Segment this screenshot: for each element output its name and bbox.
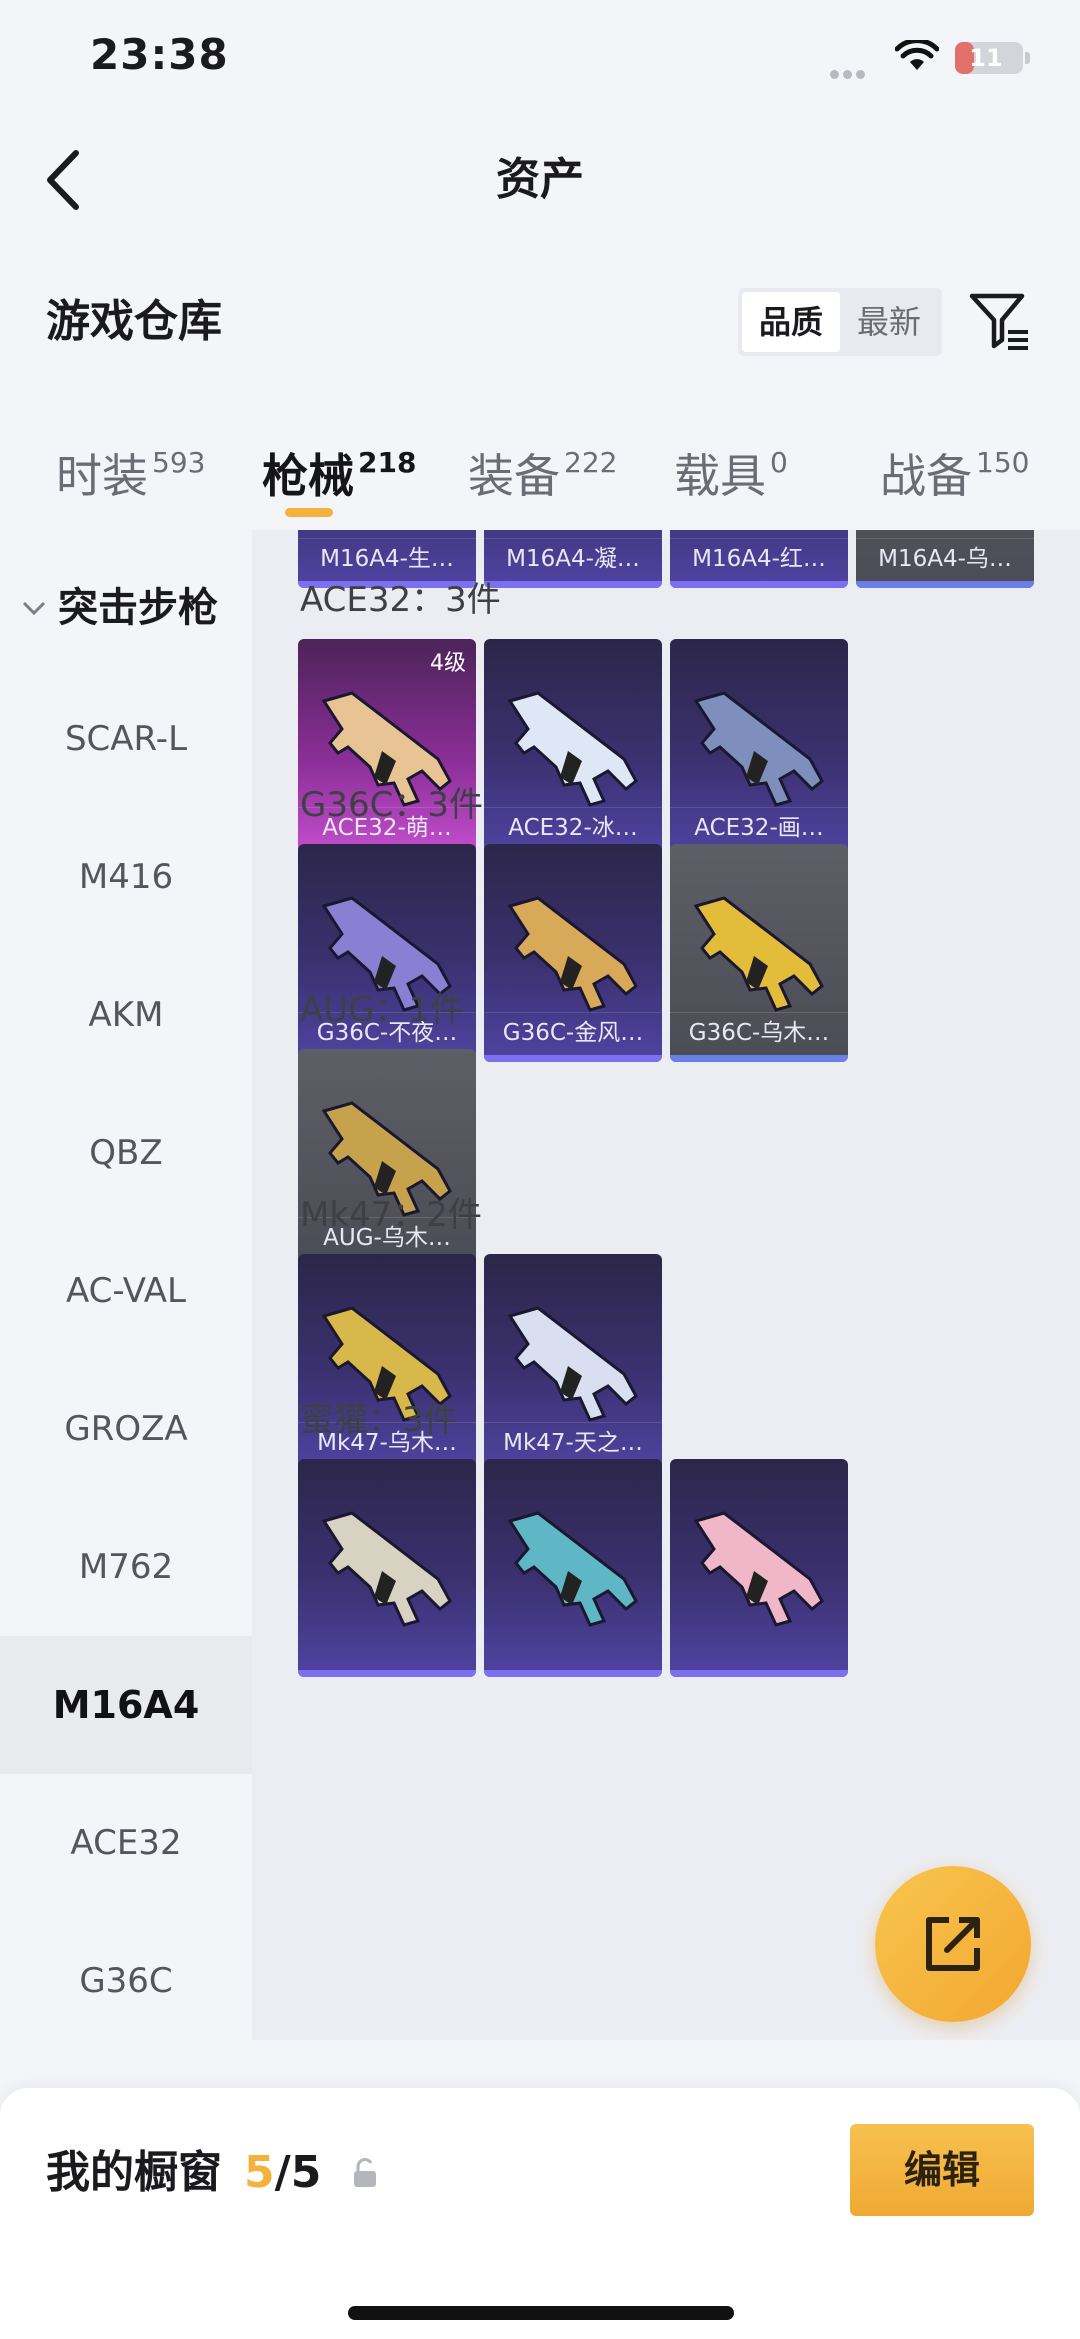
skin-card[interactable]	[670, 1459, 848, 1677]
weapon-type-sidebar: 突击步枪 SCAR-L M416 AKM QBZ AC-VAL GROZA M7…	[0, 530, 252, 2040]
rarity-bar	[670, 1055, 848, 1062]
skin-card[interactable]: Mk47-天之…	[484, 1254, 662, 1472]
weapon-skin-image	[507, 896, 638, 1012]
status-time: 23:38	[90, 30, 229, 79]
skin-card[interactable]: G36C-乌木…	[670, 844, 848, 1062]
rarity-bar	[484, 1670, 662, 1677]
skin-name: M16A4-红…	[670, 538, 848, 578]
sidebar-group-assault-rifles[interactable]: 突击步枪	[0, 568, 252, 648]
tab-count: 218	[358, 446, 417, 479]
section-title: 蜜獾：3件	[300, 1400, 458, 1440]
section-title: ACE32：3件	[300, 580, 501, 620]
sidebar-item-g36c[interactable]: G36C	[0, 1912, 252, 2040]
skin-name: ACE32-冰…	[484, 807, 662, 847]
skin-name: ACE32-画…	[670, 807, 848, 847]
skin-card[interactable]: ACE32-画…	[670, 639, 848, 857]
weapon-skin-image	[507, 1511, 638, 1627]
battery-level: 11	[969, 44, 1003, 72]
section-title: AUG：1件	[300, 990, 465, 1030]
battery-icon: 11	[955, 42, 1023, 74]
skin-name: M16A4-生…	[298, 538, 476, 578]
skin-name: G36C-乌木…	[670, 1012, 848, 1052]
sidebar-group-label: 突击步枪	[58, 585, 218, 631]
skin-card[interactable]: M16A4-凝…	[484, 530, 662, 588]
skin-card[interactable]	[484, 1459, 662, 1677]
skin-name: Mk47-天之…	[484, 1422, 662, 1462]
weapon-skin-image	[507, 691, 638, 807]
active-tab-indicator	[285, 508, 333, 517]
sidebar-item-qbz[interactable]: QBZ	[0, 1084, 252, 1222]
sidebar-item-scar-l[interactable]: SCAR-L	[0, 670, 252, 808]
showcase-current: 5	[244, 2147, 275, 2198]
rarity-bar	[670, 1670, 848, 1677]
home-indicator	[348, 2306, 734, 2320]
share-icon	[926, 1917, 980, 1971]
weapon-skin-image	[693, 691, 824, 807]
tab-vehicles[interactable]: 载具 0	[674, 440, 788, 506]
category-tabs: 时装 593 枪械 218 装备 222 载具 0 战备 150	[0, 420, 1080, 530]
showcase-count: 5/5	[244, 2138, 321, 2208]
showcase-bar: 我的橱窗 5/5 编辑	[0, 2088, 1080, 2339]
sidebar-item-groza[interactable]: GROZA	[0, 1360, 252, 1498]
rarity-bar	[856, 581, 1034, 588]
skin-card[interactable]: G36C-金风…	[484, 844, 662, 1062]
sidebar-item-m416[interactable]: M416	[0, 808, 252, 946]
rarity-bar	[298, 1670, 476, 1677]
tab-count: 222	[564, 446, 618, 479]
sort-toggle: 品质 最新	[738, 288, 942, 356]
weapon-skin-image	[507, 1306, 638, 1422]
skin-card[interactable]: M16A4-红…	[670, 530, 848, 588]
tab-label: 时装	[56, 449, 148, 503]
rarity-bar	[484, 1055, 662, 1062]
section-title: Mk47：2件	[300, 1195, 482, 1235]
rarity-bar	[484, 581, 662, 588]
warehouse-title: 游戏仓库	[46, 296, 222, 347]
sidebar-item-ac-val[interactable]: AC-VAL	[0, 1222, 252, 1360]
weapon-skin-image	[321, 1511, 452, 1627]
tab-label: 战备	[880, 449, 972, 503]
status-bar: 23:38 11	[0, 0, 1080, 120]
tab-firearms[interactable]: 枪械 218	[262, 440, 416, 506]
sort-latest-button[interactable]: 最新	[840, 292, 938, 352]
share-button[interactable]	[875, 1866, 1031, 2022]
tab-count: 593	[152, 446, 206, 479]
tab-count: 150	[976, 446, 1030, 479]
sort-quality-button[interactable]: 品质	[742, 292, 840, 352]
rarity-bar	[670, 581, 848, 588]
skin-name: G36C-金风…	[484, 1012, 662, 1052]
weapon-skin-list: M16A4-生… M16A4-凝… M16A4-红… M16A4-乌… ACE32：3件…	[252, 530, 1080, 2040]
signal-dots-icon	[830, 64, 870, 79]
skin-card[interactable]: ACE32-冰…	[484, 639, 662, 857]
tab-count: 0	[770, 446, 788, 479]
tab-label: 载具	[674, 449, 766, 503]
battery-cap	[1025, 52, 1030, 64]
tab-label: 装备	[468, 449, 560, 503]
showcase-label: 我的橱窗	[46, 2147, 222, 2198]
weapon-skin-image	[693, 896, 824, 1012]
sidebar-item-m16a4[interactable]: M16A4	[0, 1636, 252, 1774]
sidebar-item-ace32[interactable]: ACE32	[0, 1774, 252, 1912]
tab-fashion[interactable]: 时装 593	[56, 440, 205, 506]
wifi-icon	[895, 40, 939, 70]
edit-button[interactable]: 编辑	[850, 2124, 1034, 2216]
tab-equipment[interactable]: 装备 222	[468, 440, 617, 506]
weapon-skin-image	[693, 1511, 824, 1627]
tab-supplies[interactable]: 战备 150	[880, 440, 1029, 506]
lock-icon[interactable]	[350, 2156, 380, 2190]
showcase-total: /5	[274, 2147, 322, 2198]
skin-level-badge: 4级	[430, 651, 466, 676]
skin-name: M16A4-凝…	[484, 538, 662, 578]
page-title: 资产	[496, 154, 584, 205]
section-title: G36C：3件	[300, 785, 483, 825]
sidebar-item-akm[interactable]: AKM	[0, 946, 252, 1084]
sidebar-item-m762[interactable]: M762	[0, 1498, 252, 1636]
filter-icon[interactable]	[966, 288, 1032, 354]
skin-name: M16A4-乌…	[856, 538, 1034, 578]
skin-card[interactable]: M16A4-乌…	[856, 530, 1034, 588]
tab-label: 枪械	[262, 449, 354, 503]
chevron-down-icon	[22, 601, 46, 616]
skin-card[interactable]	[298, 1459, 476, 1677]
